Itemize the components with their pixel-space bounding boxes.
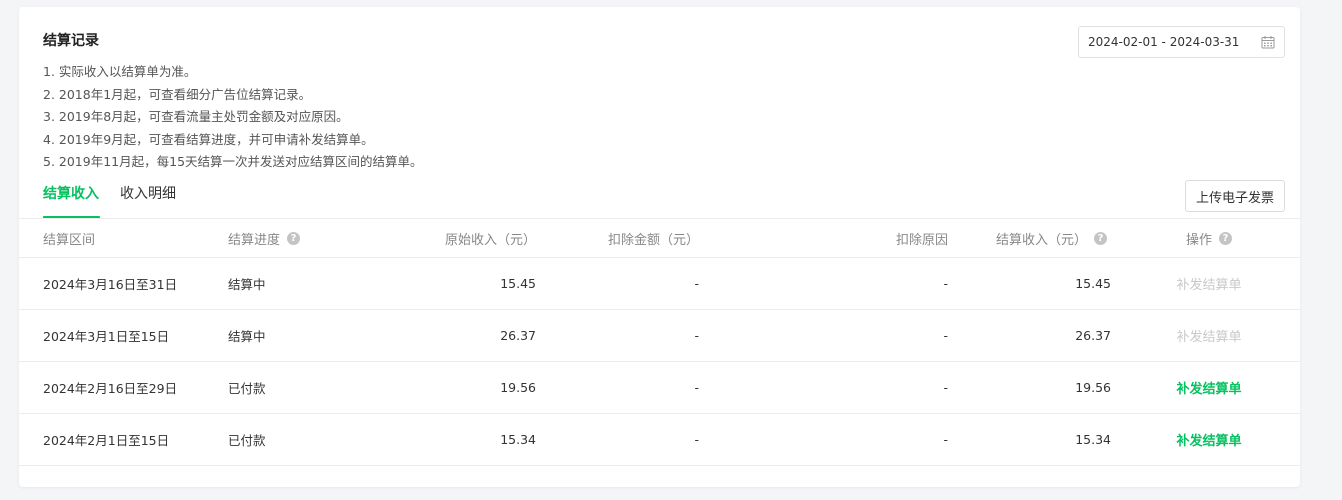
settlement-table: 结算区间 结算进度? 原始收入（元） 扣除金额（元） 扣除原因 结算收入（元）?…	[19, 218, 1300, 466]
table-header: 结算区间 结算进度? 原始收入（元） 扣除金额（元） 扣除原因 结算收入（元）?…	[19, 218, 1300, 258]
cell-progress: 已付款	[228, 381, 266, 396]
header-original-income: 原始收入（元）	[444, 232, 536, 248]
table-row: 2024年2月1日至15日 已付款 15.34 - - 15.34 补发结算单	[19, 414, 1300, 466]
cell-deduction: -	[694, 328, 699, 343]
date-range-picker[interactable]: 2024-02-01 - 2024-03-31	[1078, 26, 1285, 58]
cell-period: 2024年2月16日至29日	[43, 381, 178, 396]
header-period: 结算区间	[43, 232, 96, 248]
cell-progress: 结算中	[228, 277, 266, 292]
header-progress: 结算进度	[228, 232, 281, 248]
reissue-statement-link[interactable]: 补发结算单	[1176, 326, 1241, 345]
tab-income-detail[interactable]: 收入明细	[120, 183, 176, 219]
cell-settled-income: 15.34	[1075, 432, 1111, 447]
cell-deduction: -	[694, 432, 699, 447]
header-action: 操作	[1185, 232, 1212, 248]
header-deduction: 扣除金额（元）	[608, 232, 700, 248]
reissue-statement-link[interactable]: 补发结算单	[1176, 430, 1241, 449]
tab-settlement-income[interactable]: 结算收入	[43, 183, 100, 219]
cell-deduction-reason: -	[943, 276, 948, 291]
cell-deduction-reason: -	[943, 328, 948, 343]
settlement-card: 结算记录 1. 实际收入以结算单为准。 2. 2018年1月起，可查看细分广告位…	[19, 7, 1300, 487]
reissue-statement-link[interactable]: 补发结算单	[1176, 274, 1241, 293]
note-item: 1. 实际收入以结算单为准。	[43, 64, 197, 79]
calendar-icon	[1261, 36, 1275, 49]
header-deduction-reason: 扣除原因	[895, 232, 948, 248]
cell-progress: 已付款	[228, 433, 266, 448]
cell-progress: 结算中	[228, 329, 266, 344]
notes-list: 1. 实际收入以结算单为准。 2. 2018年1月起，可查看细分广告位结算记录。…	[43, 61, 423, 174]
note-item: 4. 2019年9月起，可查看结算进度，并可申请补发结算单。	[43, 131, 374, 147]
cell-original-income: 19.56	[500, 380, 536, 395]
help-icon[interactable]: ?	[1094, 231, 1108, 245]
table-row: 2024年3月16日至31日 结算中 15.45 - - 15.45 补发结算单	[19, 258, 1300, 310]
reissue-statement-link[interactable]: 补发结算单	[1176, 378, 1241, 397]
cell-original-income: 15.34	[500, 432, 536, 447]
table-row: 2024年2月16日至29日 已付款 19.56 - - 19.56 补发结算单	[19, 362, 1300, 414]
note-item: 2. 2018年1月起，可查看细分广告位结算记录。	[43, 86, 312, 102]
cell-deduction-reason: -	[943, 380, 948, 395]
cell-original-income: 15.45	[500, 276, 536, 291]
cell-settled-income: 19.56	[1075, 380, 1111, 395]
cell-period: 2024年3月1日至15日	[43, 329, 170, 344]
cell-deduction: -	[694, 276, 699, 291]
table-row: 2024年3月1日至15日 结算中 26.37 - - 26.37 补发结算单	[19, 310, 1300, 362]
date-range-value: 2024-02-01 - 2024-03-31	[1088, 35, 1240, 49]
upload-invoice-button[interactable]: 上传电子发票	[1185, 180, 1285, 212]
cell-settled-income: 26.37	[1075, 328, 1111, 343]
help-icon[interactable]: ?	[287, 231, 301, 245]
header-settled-income: 结算收入（元）	[996, 232, 1088, 248]
note-item: 3. 2019年8月起，可查看流量主处罚金额及对应原因。	[43, 109, 349, 124]
cell-period: 2024年3月16日至31日	[43, 277, 178, 292]
cell-deduction: -	[694, 380, 699, 395]
section-title: 结算记录	[43, 33, 99, 49]
cell-period: 2024年2月1日至15日	[43, 433, 170, 448]
cell-deduction-reason: -	[943, 432, 948, 447]
cell-original-income: 26.37	[500, 328, 536, 343]
help-icon[interactable]: ?	[1219, 231, 1232, 245]
note-item: 5. 2019年11月起，每15天结算一次并发送对应结算区间的结算单。	[43, 154, 423, 169]
cell-settled-income: 15.45	[1075, 276, 1111, 291]
